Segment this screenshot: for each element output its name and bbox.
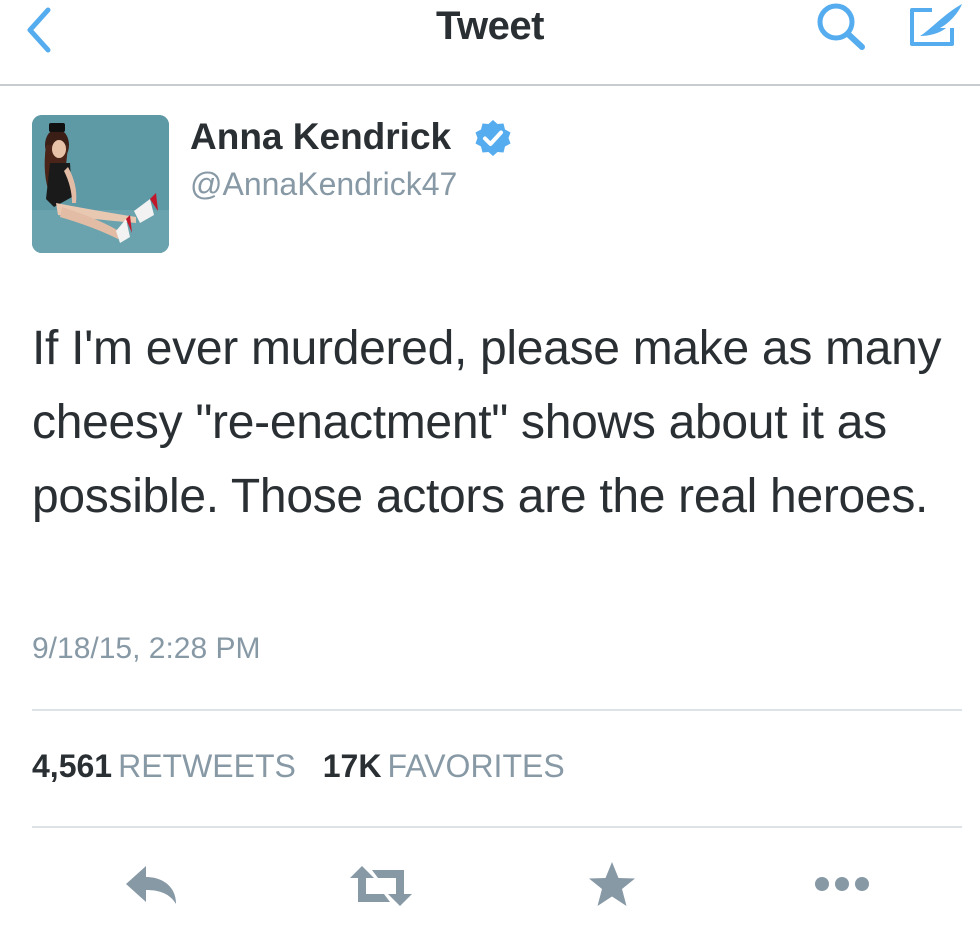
tweet-stats: 4,561 RETWEETS 17K FAVORITES: [32, 748, 583, 785]
retweet-button[interactable]: [348, 858, 414, 914]
divider: [32, 709, 962, 711]
more-button[interactable]: [810, 858, 876, 914]
tweet-timestamp: 9/18/15, 2:28 PM: [32, 632, 261, 665]
reply-button[interactable]: [122, 858, 182, 914]
retweets-stat[interactable]: 4,561 RETWEETS: [32, 748, 323, 784]
favorites-label: FAVORITES: [387, 748, 565, 784]
search-button[interactable]: [808, 0, 872, 56]
avatar[interactable]: [32, 115, 169, 253]
more-dots-icon: [815, 877, 869, 891]
retweet-icon: [350, 866, 412, 906]
retweets-label: RETWEETS: [118, 748, 296, 784]
reply-icon: [126, 866, 176, 904]
tweet-text: If I'm ever murdered, please make as man…: [32, 322, 942, 523]
verified-badge-icon: [475, 120, 511, 156]
display-name[interactable]: Anna Kendrick: [190, 116, 451, 158]
favorite-button[interactable]: [582, 858, 642, 914]
favorite-star-icon: [589, 862, 635, 906]
divider: [32, 826, 962, 828]
search-icon: [817, 3, 865, 50]
navigation-bar: Tweet: [0, 0, 980, 86]
compose-button[interactable]: [900, 0, 970, 56]
favorites-stat[interactable]: 17K FAVORITES: [323, 748, 583, 784]
avatar-photo: [32, 115, 169, 253]
user-handle[interactable]: @AnnaKendrick47: [190, 166, 457, 203]
favorites-count: 17K: [322, 748, 382, 784]
compose-icon: [910, 4, 962, 46]
retweets-count: 4,561: [32, 748, 113, 784]
